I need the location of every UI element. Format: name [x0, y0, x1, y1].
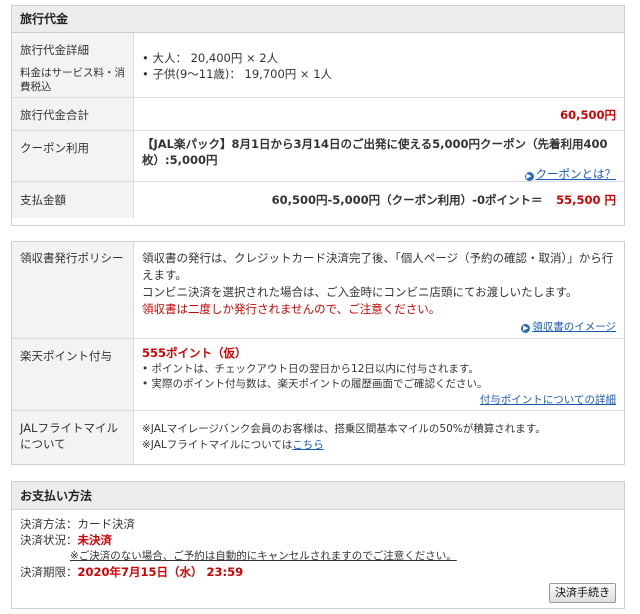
- fee-item-child: 子供(9〜11歳)： 19,700円 × 1人: [142, 66, 616, 82]
- points-detail-link[interactable]: 付与ポイントについての詳細: [480, 394, 616, 406]
- payment-method-value: カード決済: [77, 517, 136, 531]
- payment-title: お支払い方法: [12, 482, 624, 510]
- fees-total-row: 旅行代金合計 60,500円: [12, 98, 624, 131]
- payment-status: 決済状況：未決済: [20, 532, 616, 548]
- receipt-label: 領収書発行ポリシー: [12, 242, 134, 338]
- fees-details-row: 旅行代金詳細 料金はサービス料・消費税込 大人： 20,400円 × 2人 子供…: [12, 33, 624, 98]
- fee-item-adult: 大人： 20,400円 × 2人: [142, 50, 616, 66]
- jal-text-1: ※JALマイレージバンク会員のお客様は、搭乗区間基本マイルの50%が積算されます…: [142, 423, 546, 435]
- receipt-text-2: コンビニ決済を選択された場合は、ご入金時にコンビニ店頭にてお渡しいたします。: [142, 285, 578, 299]
- fees-total-value: 60,500円: [560, 108, 616, 122]
- pay-row: 支払金額 60,500円-5,000円（クーポン利用）-0ポイント＝ 55,50…: [12, 182, 624, 218]
- payment-procedure-button[interactable]: 決済手続き: [549, 583, 616, 603]
- fees-total-label: 旅行代金合計: [12, 98, 134, 130]
- jal-text-2: ※JALフライトマイルについては: [142, 439, 293, 451]
- points-note-1: ポイントは、チェックアウト日の翌日から12日以内に付与されます。: [142, 362, 616, 377]
- payment-method-label: 決済方法：: [20, 517, 78, 531]
- arrow-right-icon: ▶: [521, 324, 531, 333]
- fees-details-note: 料金はサービス料・消費税込: [20, 67, 125, 93]
- pay-value: 55,500 円: [556, 193, 616, 207]
- fees-details-label: 旅行代金詳細: [20, 43, 89, 57]
- receipt-text-1: 領収書の発行は、クレジットカード決済完了後、「個人ページ（予約の確認・取消）」か…: [142, 251, 614, 282]
- jal-row: JALフライトマイルについて ※JALマイレージバンク会員のお客様は、搭乗区間基…: [12, 411, 624, 464]
- points-row: 楽天ポイント付与 555ポイント（仮） ポイントは、チェックアウト日の翌日から1…: [12, 339, 624, 411]
- receipt-image-link[interactable]: 領収書のイメージ: [532, 321, 616, 333]
- coupon-info-link[interactable]: クーポンとは？: [536, 167, 617, 181]
- arrow-right-icon: ▶: [524, 172, 534, 181]
- policy-section: 領収書発行ポリシー 領収書の発行は、クレジットカード決済完了後、「個人ページ（予…: [11, 241, 625, 465]
- payment-method: 決済方法：カード決済: [20, 516, 616, 532]
- points-note-2: 実際のポイント付与数は、楽天ポイントの履歴画面でご確認ください。: [142, 377, 616, 392]
- payment-deadline-label: 決済期限：: [20, 565, 78, 579]
- coupon-text: 【JAL楽パック】8月1日から3月14日のご出発に使える5,000円クーポン（先…: [142, 137, 608, 167]
- receipt-row: 領収書発行ポリシー 領収書の発行は、クレジットカード決済完了後、「個人ページ（予…: [12, 242, 624, 339]
- fees-details-value: 大人： 20,400円 × 2人 子供(9〜11歳)： 19,700円 × 1人: [134, 33, 624, 97]
- payment-status-note: ※ご決済のない場合、ご予約は自動的にキャンセルされますのでご注意ください。: [70, 550, 457, 562]
- payment-status-value: 未決済: [77, 533, 113, 547]
- fees-section: 旅行代金 旅行代金詳細 料金はサービス料・消費税込 大人： 20,400円 × …: [11, 5, 625, 226]
- pay-formula: 60,500円-5,000円（クーポン利用）-0ポイント＝: [271, 193, 543, 207]
- points-label: 楽天ポイント付与: [12, 339, 134, 410]
- coupon-row: クーポン利用 【JAL楽パック】8月1日から3月14日のご出発に使える5,000…: [12, 131, 624, 182]
- fees-details-label-cell: 旅行代金詳細 料金はサービス料・消費税込: [12, 33, 134, 97]
- fees-title: 旅行代金: [12, 6, 624, 33]
- coupon-label: クーポン利用: [12, 131, 134, 181]
- pay-label: 支払金額: [12, 182, 134, 218]
- receipt-warning: 領収書は二度しか発行されませんので、ご注意ください。: [142, 302, 441, 316]
- points-value: 555ポイント（仮）: [142, 346, 247, 360]
- jal-link[interactable]: こちら: [292, 439, 324, 451]
- payment-section: お支払い方法 決済方法：カード決済 決済状況：未決済 ※ご決済のない場合、ご予約…: [11, 481, 625, 609]
- jal-label: JALフライトマイルについて: [12, 411, 134, 464]
- payment-status-label: 決済状況：: [20, 533, 78, 547]
- payment-deadline: 決済期限：2020年7月15日（水） 23:59: [20, 564, 616, 580]
- payment-deadline-value: 2020年7月15日（水） 23:59: [77, 565, 244, 579]
